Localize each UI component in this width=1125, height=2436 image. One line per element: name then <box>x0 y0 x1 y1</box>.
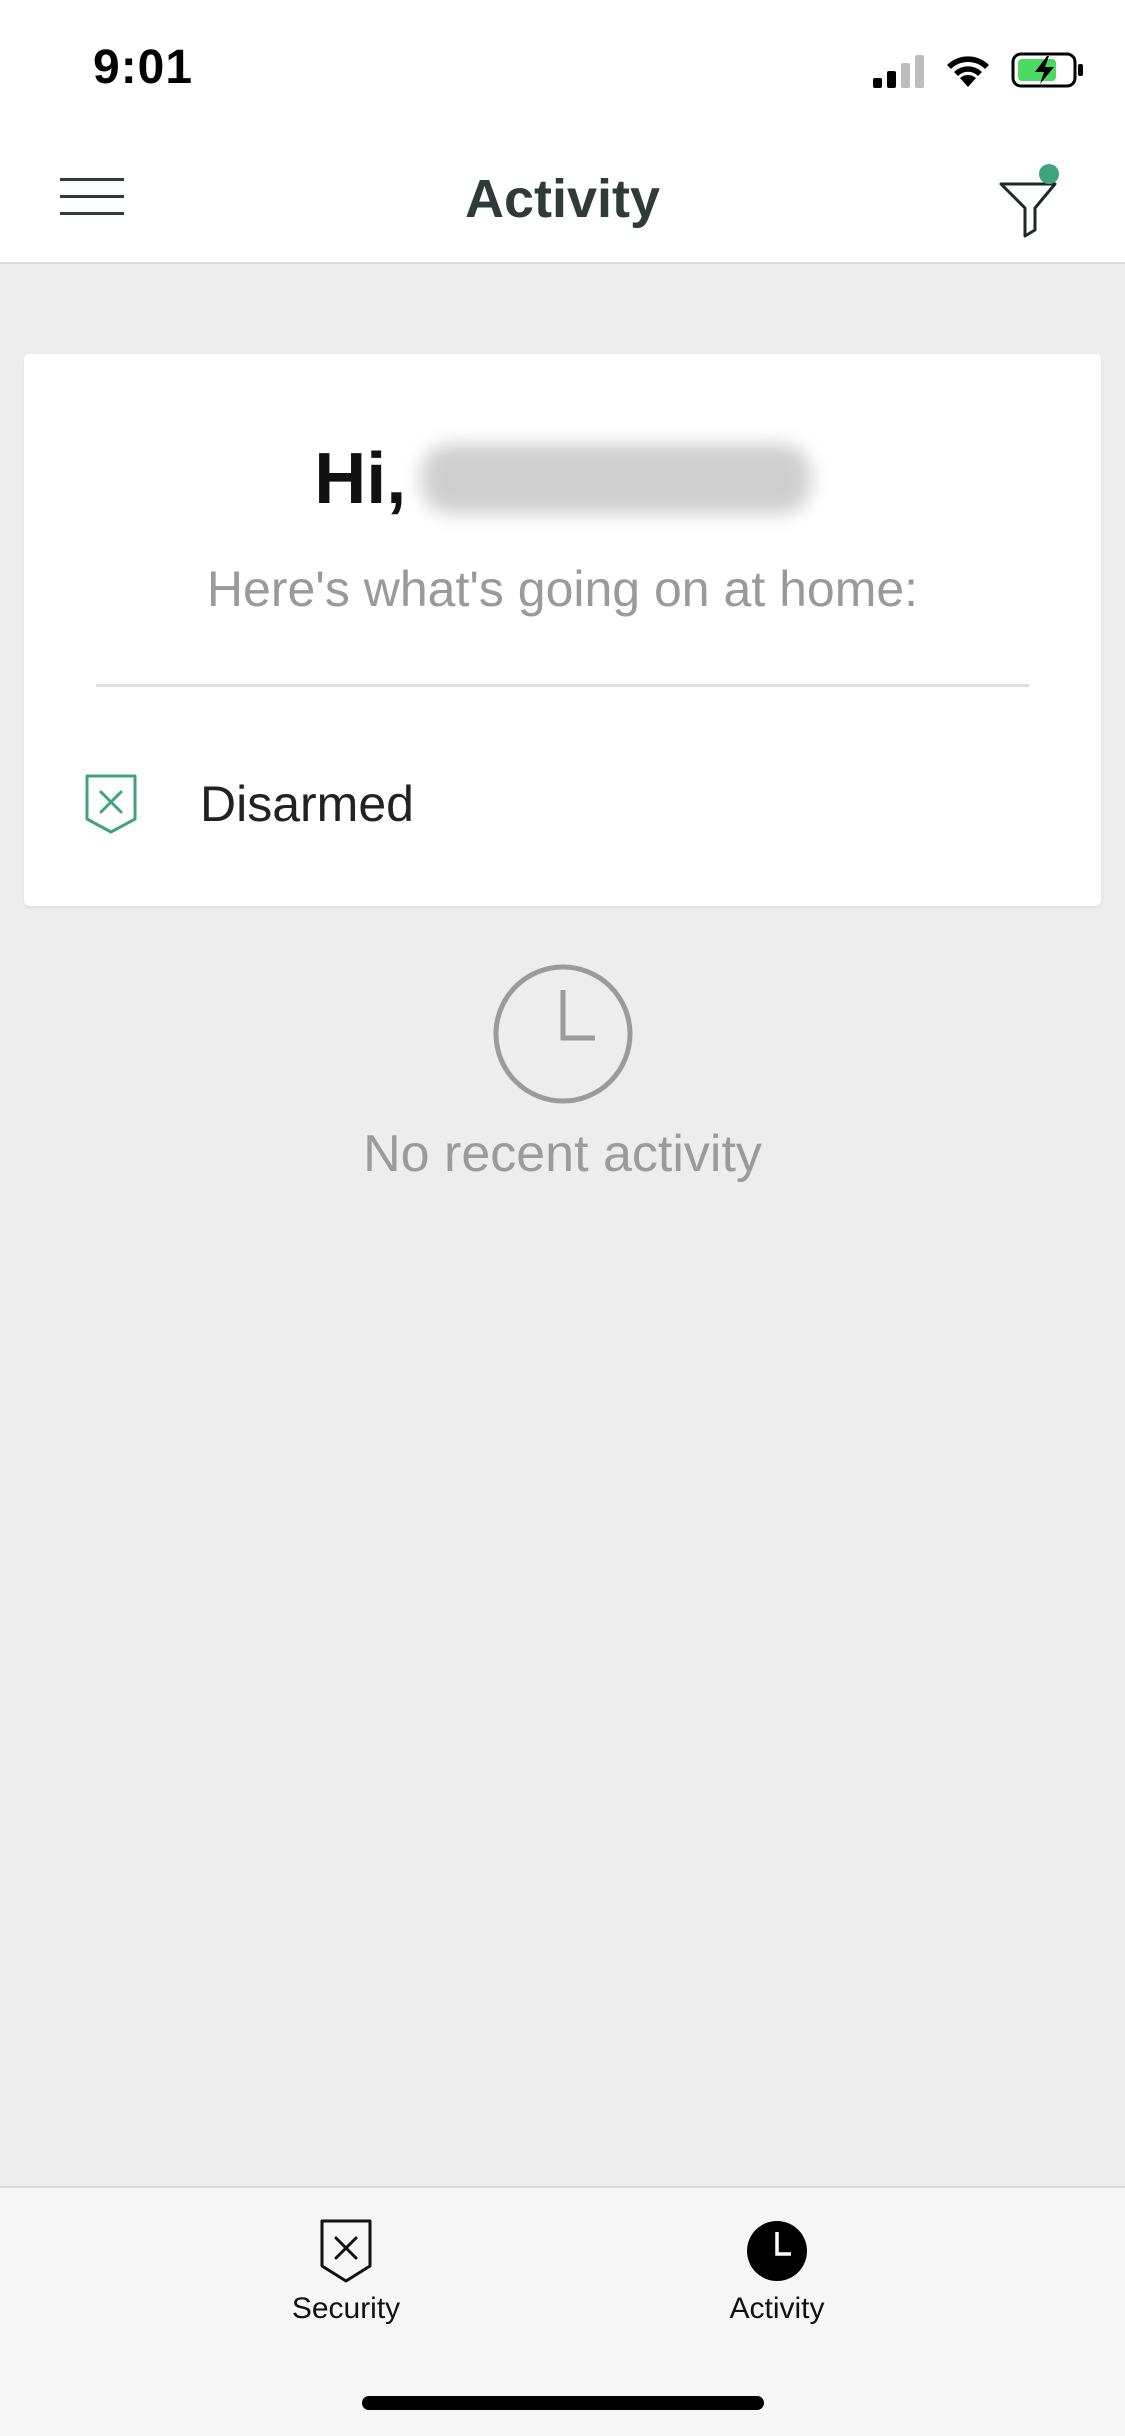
greeting: Hi, <box>24 438 1101 519</box>
clock-icon <box>493 964 632 1104</box>
app-header: Activity <box>0 132 1125 264</box>
tab-security[interactable]: Security <box>226 2218 466 2326</box>
tab-security-label: Security <box>291 2292 401 2325</box>
empty-state: No recent activity <box>0 962 1125 1184</box>
card-divider <box>96 684 1029 687</box>
filter-icon <box>999 164 1059 238</box>
tab-activity[interactable]: Activity <box>657 2218 897 2326</box>
tab-activity-label: Activity <box>729 2292 825 2325</box>
greeting-prefix: Hi, <box>314 439 407 519</box>
security-status-label: Disarmed <box>200 776 414 832</box>
status-time: 9:01 <box>93 41 194 94</box>
filter-button[interactable] <box>997 162 1067 238</box>
home-status-subtitle: Here's what's going on at home: <box>206 561 919 617</box>
security-status-row[interactable]: Disarmed <box>84 764 414 844</box>
battery-charging-icon <box>1011 52 1083 88</box>
status-bar: 9:01 <box>0 0 1125 132</box>
summary-card: Hi, Here's what's going on at home: Disa… <box>24 354 1101 906</box>
wifi-icon <box>947 56 989 87</box>
empty-state-text: No recent activity <box>363 1125 762 1183</box>
shield-x-icon <box>320 2219 372 2283</box>
blurred-user-name <box>420 444 811 514</box>
clock-icon <box>747 2221 807 2281</box>
status-icons <box>873 48 1085 88</box>
shield-x-icon <box>85 774 137 834</box>
home-indicator[interactable] <box>362 2396 764 2410</box>
page-title: Activity <box>464 169 661 229</box>
cellular-signal-icon <box>873 55 924 88</box>
